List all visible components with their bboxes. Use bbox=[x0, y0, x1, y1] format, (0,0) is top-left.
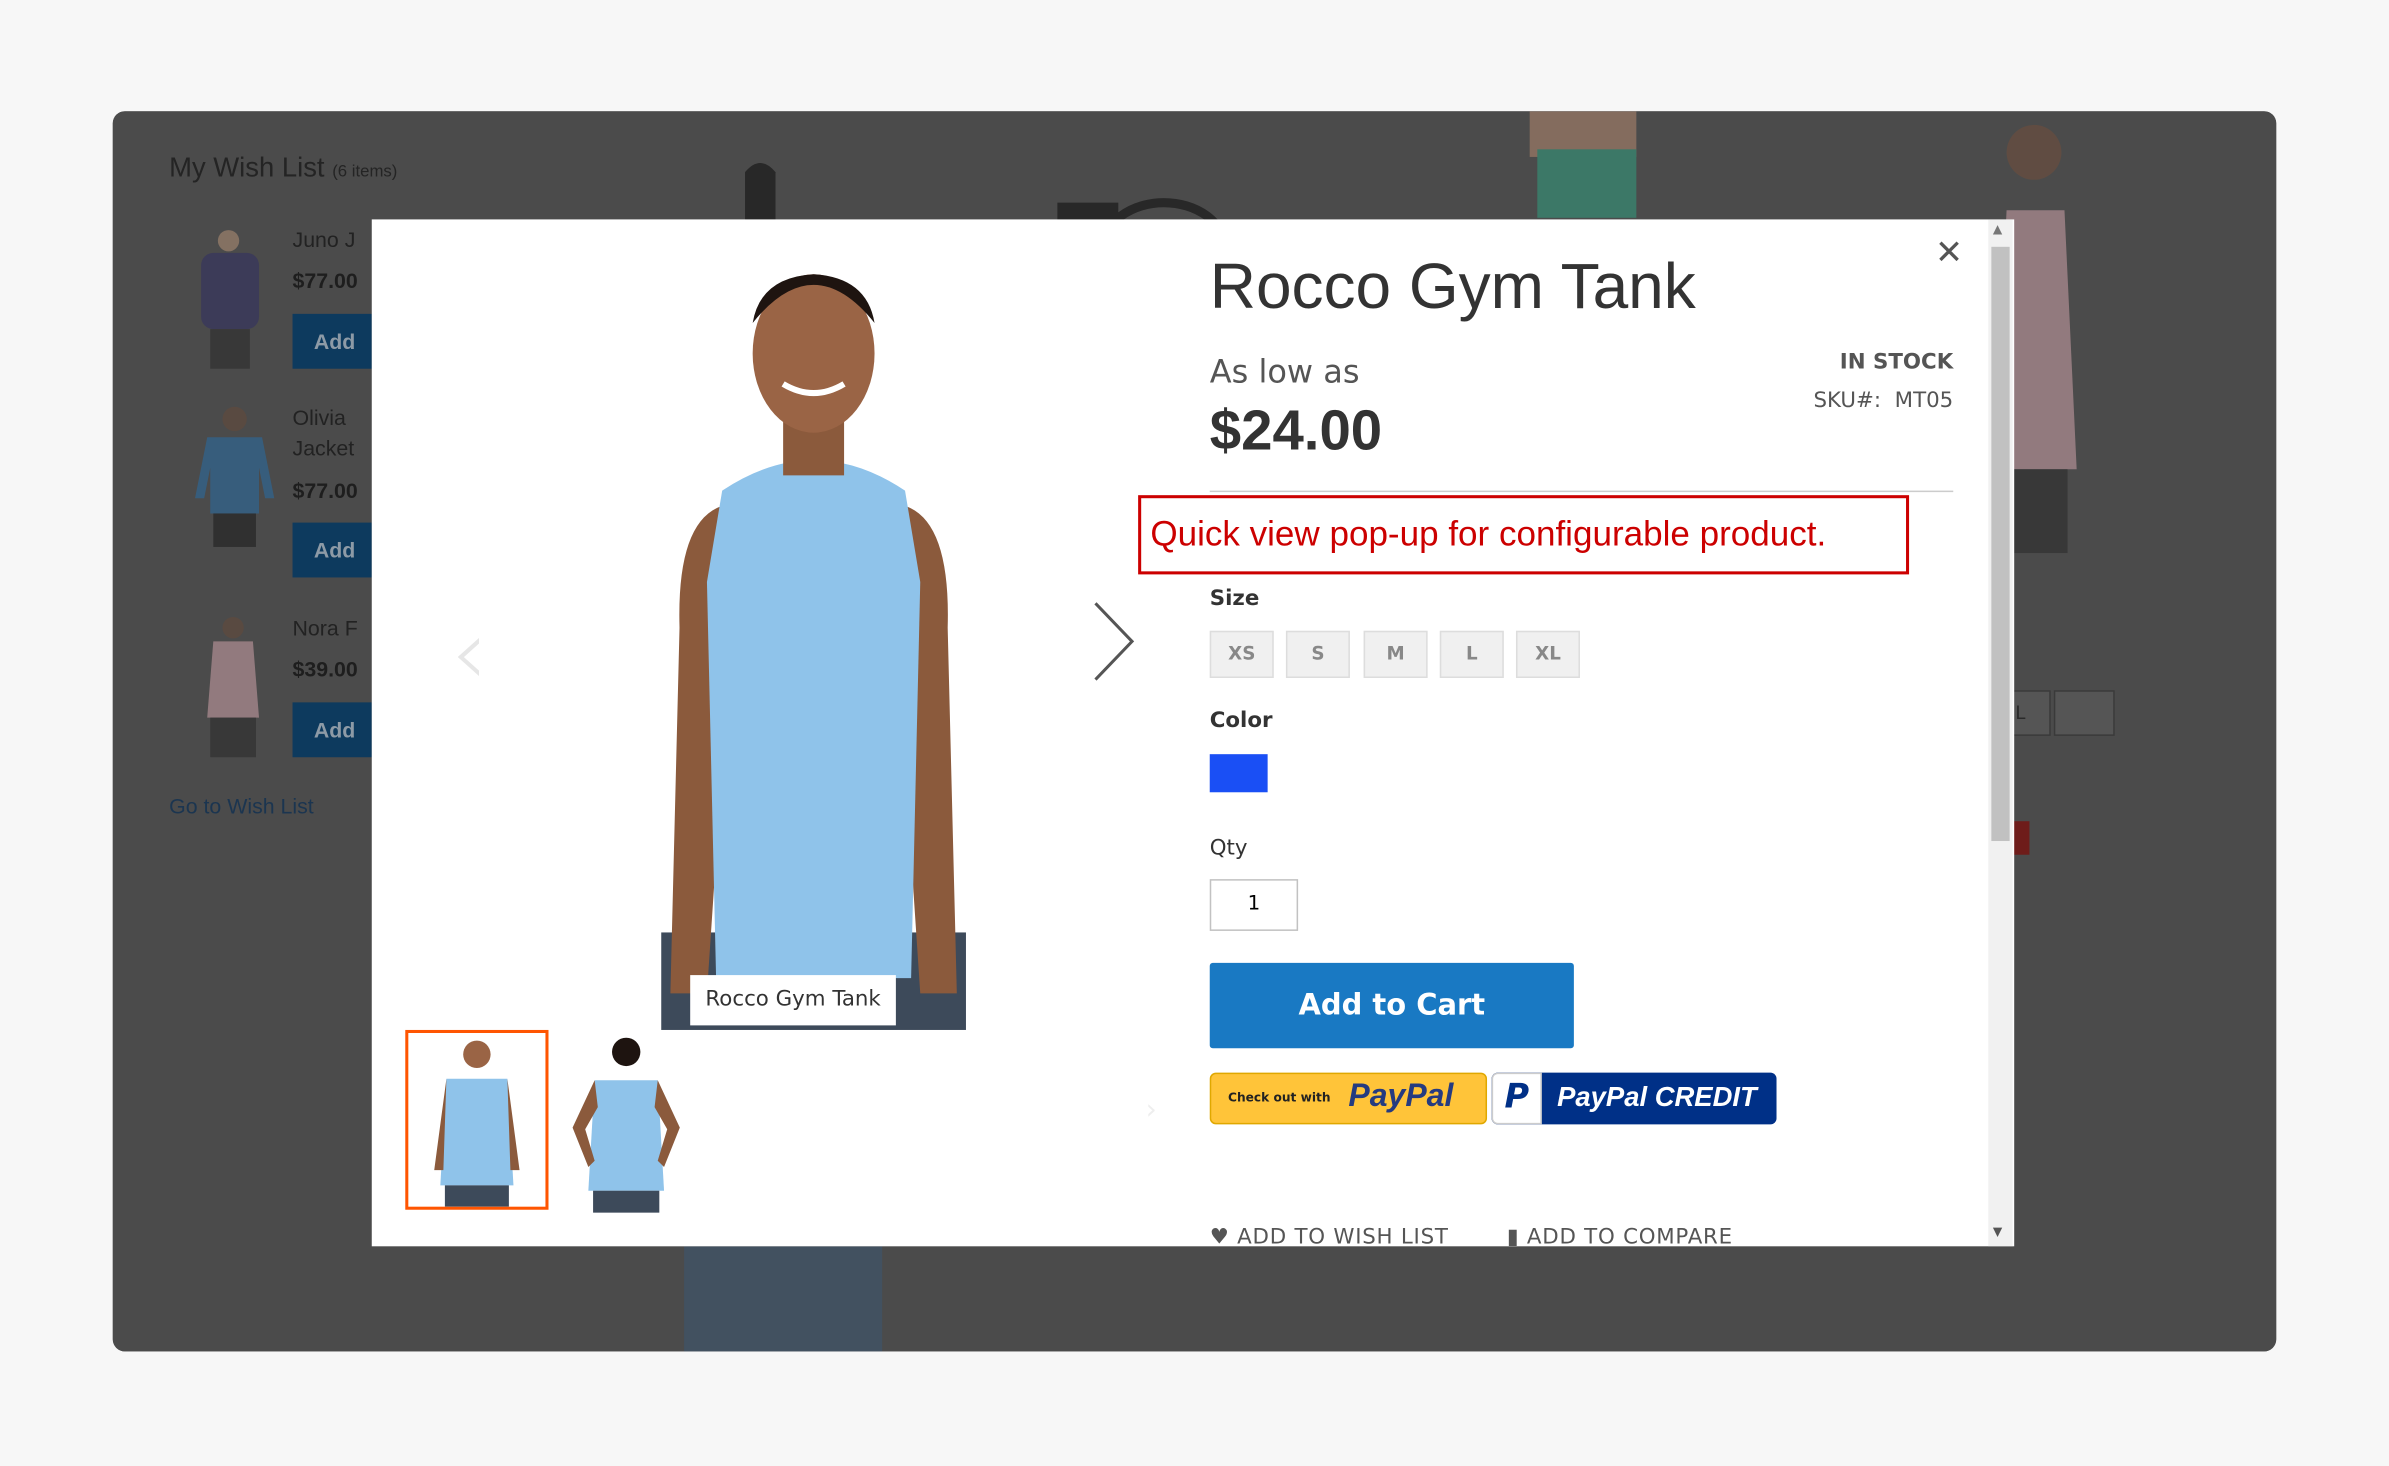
wishlist-add-button[interactable]: Add bbox=[292, 313, 372, 369]
wishlist-item-image[interactable] bbox=[186, 614, 277, 759]
image-caption: Rocco Gym Tank bbox=[690, 975, 897, 1026]
color-label: Color bbox=[1209, 708, 1273, 733]
paypal-credit-button[interactable]: P PayPal CREDIT bbox=[1491, 1072, 1777, 1125]
background-size-option[interactable] bbox=[2053, 690, 2115, 736]
wishlist-item-name[interactable]: Olivia Jacket bbox=[293, 402, 372, 463]
paypal-checkout-button[interactable]: Check out with PayPal bbox=[1209, 1072, 1488, 1125]
qty-input[interactable]: 1 bbox=[1209, 879, 1299, 931]
prev-image-arrow-icon[interactable]: ‹ bbox=[451, 600, 488, 707]
qty-label: Qty bbox=[1209, 836, 1248, 861]
sku-label: SKU#: bbox=[1813, 388, 1882, 413]
annotation-callout: Quick view pop-up for configurable produ… bbox=[1138, 495, 1910, 575]
divider bbox=[1209, 490, 1954, 493]
heart-icon: ♥ bbox=[1209, 1224, 1230, 1247]
color-swatch-blue[interactable] bbox=[1209, 754, 1268, 793]
thumbnail-front[interactable] bbox=[405, 1029, 549, 1210]
wishlist-item-image[interactable] bbox=[186, 225, 277, 370]
wishlist-item-price: $77.00 bbox=[292, 478, 358, 503]
add-to-wishlist-link[interactable]: ♥ ADD TO WISH LIST bbox=[1210, 1225, 1449, 1246]
paypal-logo: PayPal bbox=[1348, 1078, 1454, 1114]
stock-status: IN STOCK bbox=[1839, 350, 1954, 375]
size-option-xl[interactable]: XL bbox=[1515, 630, 1580, 679]
size-option-xs[interactable]: XS bbox=[1209, 630, 1274, 679]
paypal-checkout-prefix: Check out with bbox=[1228, 1090, 1331, 1105]
wishlist-title: My Wish List (6 items) bbox=[169, 152, 397, 184]
thumbnail-back[interactable] bbox=[555, 1033, 698, 1213]
size-option-m[interactable]: M bbox=[1363, 630, 1428, 679]
next-image-arrow-icon[interactable] bbox=[1091, 600, 1137, 682]
size-option-l[interactable]: L bbox=[1439, 630, 1504, 679]
thumbnail-front-image bbox=[434, 1040, 520, 1207]
close-icon[interactable]: ✕ bbox=[1935, 235, 1963, 273]
sku-value: MT05 bbox=[1894, 388, 1954, 413]
wishlist-item-price: $77.00 bbox=[292, 268, 358, 293]
thumbnail-back-image bbox=[572, 1037, 680, 1213]
scroll-up-icon[interactable]: ▲ bbox=[1993, 222, 2002, 236]
wishlist-add-button[interactable]: Add bbox=[292, 522, 372, 578]
compare-chart-icon: ▮ bbox=[1506, 1224, 1520, 1247]
wishlist-item-image[interactable] bbox=[186, 404, 277, 549]
go-to-wishlist-link[interactable]: Go to Wish List bbox=[169, 794, 314, 818]
scroll-down-icon[interactable]: ▼ bbox=[1993, 1225, 2002, 1239]
sku: SKU#: MT05 bbox=[1813, 389, 1953, 413]
wishlist-item-name[interactable]: Juno J bbox=[293, 224, 372, 254]
add-to-compare-label: ADD TO COMPARE bbox=[1526, 1224, 1733, 1247]
thumbnail-next-icon[interactable]: › bbox=[1146, 1094, 1157, 1126]
size-option-s[interactable]: S bbox=[1285, 630, 1350, 679]
add-to-wishlist-label: ADD TO WISH LIST bbox=[1237, 1224, 1449, 1247]
wishlist-add-button[interactable]: Add bbox=[292, 702, 372, 758]
size-label: Size bbox=[1209, 586, 1260, 611]
add-to-compare-link[interactable]: ▮ ADD TO COMPARE bbox=[1507, 1225, 1733, 1246]
wishlist-item-name[interactable]: Nora F bbox=[293, 612, 372, 642]
product-price: $24.00 bbox=[1209, 399, 1383, 462]
wishlist-item-price: $39.00 bbox=[292, 656, 358, 682]
add-to-cart-button[interactable]: Add to Cart bbox=[1209, 962, 1574, 1049]
wishlist-title-text: My Wish List bbox=[169, 152, 325, 183]
wishlist-count: (6 items) bbox=[332, 163, 398, 182]
paypal-p-icon: P bbox=[1491, 1072, 1542, 1125]
product-main-image[interactable] bbox=[585, 262, 1042, 1030]
price-prefix: As low as bbox=[1209, 353, 1360, 391]
background-product-image bbox=[1529, 111, 1637, 218]
background-product-image bbox=[684, 1246, 883, 1352]
product-title: Rocco Gym Tank bbox=[1209, 249, 1696, 322]
quick-view-modal: ‹ Rocco Gym Tank › Rocco Gym Tank As low… bbox=[371, 219, 2015, 1247]
paypal-credit-label: PayPal CREDIT bbox=[1557, 1081, 1757, 1113]
scrollbar-thumb[interactable] bbox=[1991, 246, 2010, 842]
